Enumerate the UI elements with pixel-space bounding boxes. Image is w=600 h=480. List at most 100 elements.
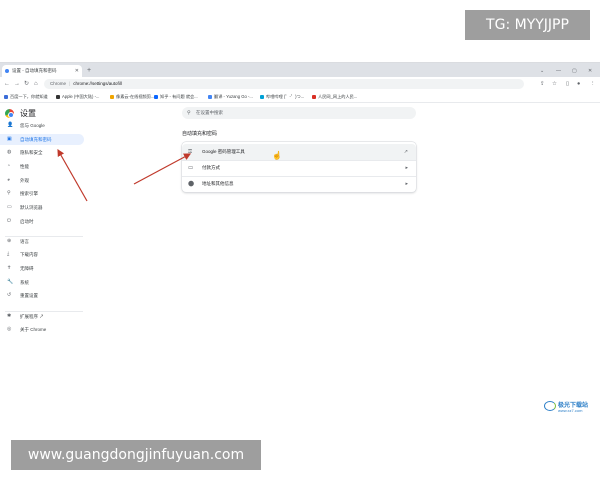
- screenshot-stage: TG: MYYJJPP 设置 - 自动填充和密码 ✕ + ⌄ — ▢ ✕ ← →…: [0, 0, 600, 480]
- sidepanel-icon[interactable]: ▯: [566, 78, 569, 90]
- bookmarks-bar: 百度一下，你就知道 Apple (中国大陆) -... 像素云-在线视频剪... 知乎…: [0, 91, 600, 103]
- bookmark-favicon-icon: [4, 94, 8, 99]
- sidebar-item-chrome[interactable]: ◎ 关于 Chrome: [0, 324, 84, 335]
- sidebar-item-wrench[interactable]: 🔧 系统: [0, 277, 84, 288]
- sidebar-item-speed[interactable]: ◔ 性能: [0, 161, 84, 172]
- bookmark-item[interactable]: 翻译 - Yuzang Go -...: [208, 91, 253, 103]
- forward-icon[interactable]: →: [14, 78, 20, 90]
- page-title: 设置: [20, 109, 36, 118]
- settings-header: 设置 ⚲ 在设置中搜索: [0, 104, 600, 124]
- sidebar-item-autofill[interactable]: ▣ 自动填充和密码: [0, 134, 84, 145]
- sidebar-item-label: 扩展程序: [20, 314, 38, 319]
- sidebar-item-power[interactable]: ⏻ 启动时: [0, 216, 84, 227]
- settings-favicon-icon: [5, 69, 9, 73]
- shield-icon: ◍: [7, 149, 12, 155]
- extension-icon: ✱: [7, 313, 12, 319]
- row-key[interactable]: ⚿ Google 密码管理工具 ↗: [182, 144, 416, 160]
- sidebar-item-person[interactable]: 👤 您与 Google: [0, 120, 84, 131]
- minimize-icon[interactable]: —: [556, 65, 561, 77]
- browser-window: 设置 - 自动填充和密码 ✕ + ⌄ — ▢ ✕ ← → ↻ ⌂ Chrome |…: [0, 62, 600, 422]
- bookmark-item[interactable]: 知乎 - 有问题 就会...: [154, 91, 198, 103]
- bookmark-item[interactable]: 百度一下，你就知道: [4, 91, 48, 103]
- menu-icon[interactable]: ⋮: [590, 78, 596, 90]
- credit-card-icon: ▭: [188, 165, 194, 171]
- power-icon: ⏻: [7, 218, 11, 224]
- watermark-top: TG: MYYJJPP: [465, 10, 590, 40]
- sidebar-divider: [5, 311, 83, 312]
- bookmark-star-icon[interactable]: ☆: [552, 78, 557, 90]
- row-credit-card[interactable]: ▭ 付款方式 ▸: [182, 160, 416, 176]
- share-icon[interactable]: ⇪: [540, 78, 545, 90]
- new-tab-button[interactable]: +: [87, 65, 91, 77]
- bookmark-item[interactable]: 像素云-在线视频剪...: [110, 91, 154, 103]
- bookmark-item[interactable]: 哔哩哔哩 (゜-゜)つ...: [260, 91, 304, 103]
- location-icon: ⬤: [188, 181, 195, 187]
- sidebar-item-label: 重置设置: [20, 293, 38, 298]
- bookmark-label: 像素云-在线视频剪...: [116, 94, 155, 99]
- sidebar-item-search[interactable]: ⚲ 搜索引擎: [0, 188, 84, 199]
- sidebar-item-label: 您与 Google: [20, 123, 45, 128]
- autofill-card: ⚿ Google 密码管理工具 ↗ ▭ 付款方式 ▸ ⬤ 地址和其他信息 ▸: [182, 142, 416, 192]
- sidebar-item-label: 自动填充和密码: [20, 137, 52, 142]
- search-placeholder: 在设置中搜索: [196, 110, 223, 115]
- tab-title: 设置 - 自动填充和密码: [12, 68, 57, 73]
- sidebar-item-extension[interactable]: ✱ 扩展程序 ↗: [0, 311, 84, 322]
- section-title: 自动填充和密码: [182, 131, 218, 137]
- maximize-icon[interactable]: ▢: [572, 65, 577, 77]
- bookmark-favicon-icon: [312, 94, 316, 99]
- chrome-logo-icon: [5, 109, 14, 118]
- sidebar-item-label: 外观: [20, 178, 29, 183]
- reset-icon: ↺: [7, 292, 12, 298]
- sidebar-item-label: 系统: [20, 280, 29, 285]
- tab-search-icon[interactable]: ⌄: [540, 65, 544, 77]
- palette-icon: ◕: [7, 177, 11, 183]
- globe-icon: ⊕: [7, 238, 12, 244]
- home-icon[interactable]: ⌂: [34, 78, 38, 90]
- browser-icon: ▭: [7, 204, 12, 210]
- sidebar-item-reset[interactable]: ↺ 重置设置: [0, 290, 84, 301]
- sidebar-item-accessibility[interactable]: ✝ 无障碍: [0, 263, 84, 274]
- row-label: 付款方式: [202, 165, 220, 170]
- tab-strip: 设置 - 自动填充和密码 ✕ + ⌄ — ▢ ✕: [0, 63, 600, 77]
- search-icon: ⚲: [7, 190, 11, 196]
- sidebar-item-label: 默认浏览器: [20, 205, 43, 210]
- sidebar-item-palette[interactable]: ◕ 外观: [0, 175, 84, 186]
- sidebar-item-label: 启动时: [20, 219, 34, 224]
- close-tab-icon[interactable]: ✕: [75, 65, 79, 77]
- profile-icon[interactable]: ●: [577, 78, 580, 90]
- sidebar-item-label: 下载内容: [20, 252, 38, 257]
- sidebar-item-download[interactable]: ⤓ 下载内容: [0, 249, 84, 260]
- bookmark-item[interactable]: Apple (中国大陆) -...: [56, 91, 99, 103]
- logo-url: www.xz7.com: [558, 408, 583, 413]
- address-bar[interactable]: Chrome | chrome://settings/autofill: [44, 79, 524, 89]
- sidebar-item-label: 关于 Chrome: [20, 327, 47, 332]
- sidebar-item-browser[interactable]: ▭ 默认浏览器: [0, 202, 84, 213]
- sidebar-item-label: 搜索引擎: [20, 191, 38, 196]
- row-location[interactable]: ⬤ 地址和其他信息 ▸: [182, 176, 416, 192]
- autofill-icon: ▣: [7, 136, 12, 142]
- sidebar-item-label: 无障碍: [20, 266, 34, 271]
- bookmark-label: 知乎 - 有问题 就会...: [160, 94, 198, 99]
- sidebar-item-globe[interactable]: ⊕ 语言: [0, 236, 84, 247]
- bookmark-item[interactable]: 人民网_网上的人民...: [312, 91, 357, 103]
- bookmark-favicon-icon: [56, 94, 60, 99]
- reload-icon[interactable]: ↻: [24, 78, 29, 90]
- bookmark-favicon-icon: [208, 94, 212, 99]
- speed-icon: ◔: [7, 163, 11, 169]
- watermark-bottom: www.guangdongjinfuyuan.com: [11, 440, 261, 470]
- key-icon: ⚿: [188, 149, 193, 155]
- external-link-icon: ↗: [403, 149, 408, 155]
- chevron-right-icon: ▸: [405, 181, 408, 187]
- site-logo: 极光下载站 www.xz7.com: [542, 399, 598, 417]
- row-label: Google 密码管理工具: [202, 149, 245, 154]
- back-icon[interactable]: ←: [4, 78, 10, 90]
- person-icon: 👤: [7, 122, 14, 128]
- tab-settings[interactable]: 设置 - 自动填充和密码 ✕: [2, 65, 82, 77]
- sidebar-item-shield[interactable]: ◍ 隐私和安全: [0, 147, 84, 158]
- close-window-icon[interactable]: ✕: [588, 65, 592, 77]
- external-link-icon: ↗: [38, 314, 44, 319]
- download-icon: ⤓: [7, 251, 10, 257]
- url-chip: Chrome: [50, 81, 67, 86]
- bookmark-label: 人民网_网上的人民...: [318, 94, 358, 99]
- settings-search-input[interactable]: ⚲ 在设置中搜索: [182, 107, 416, 119]
